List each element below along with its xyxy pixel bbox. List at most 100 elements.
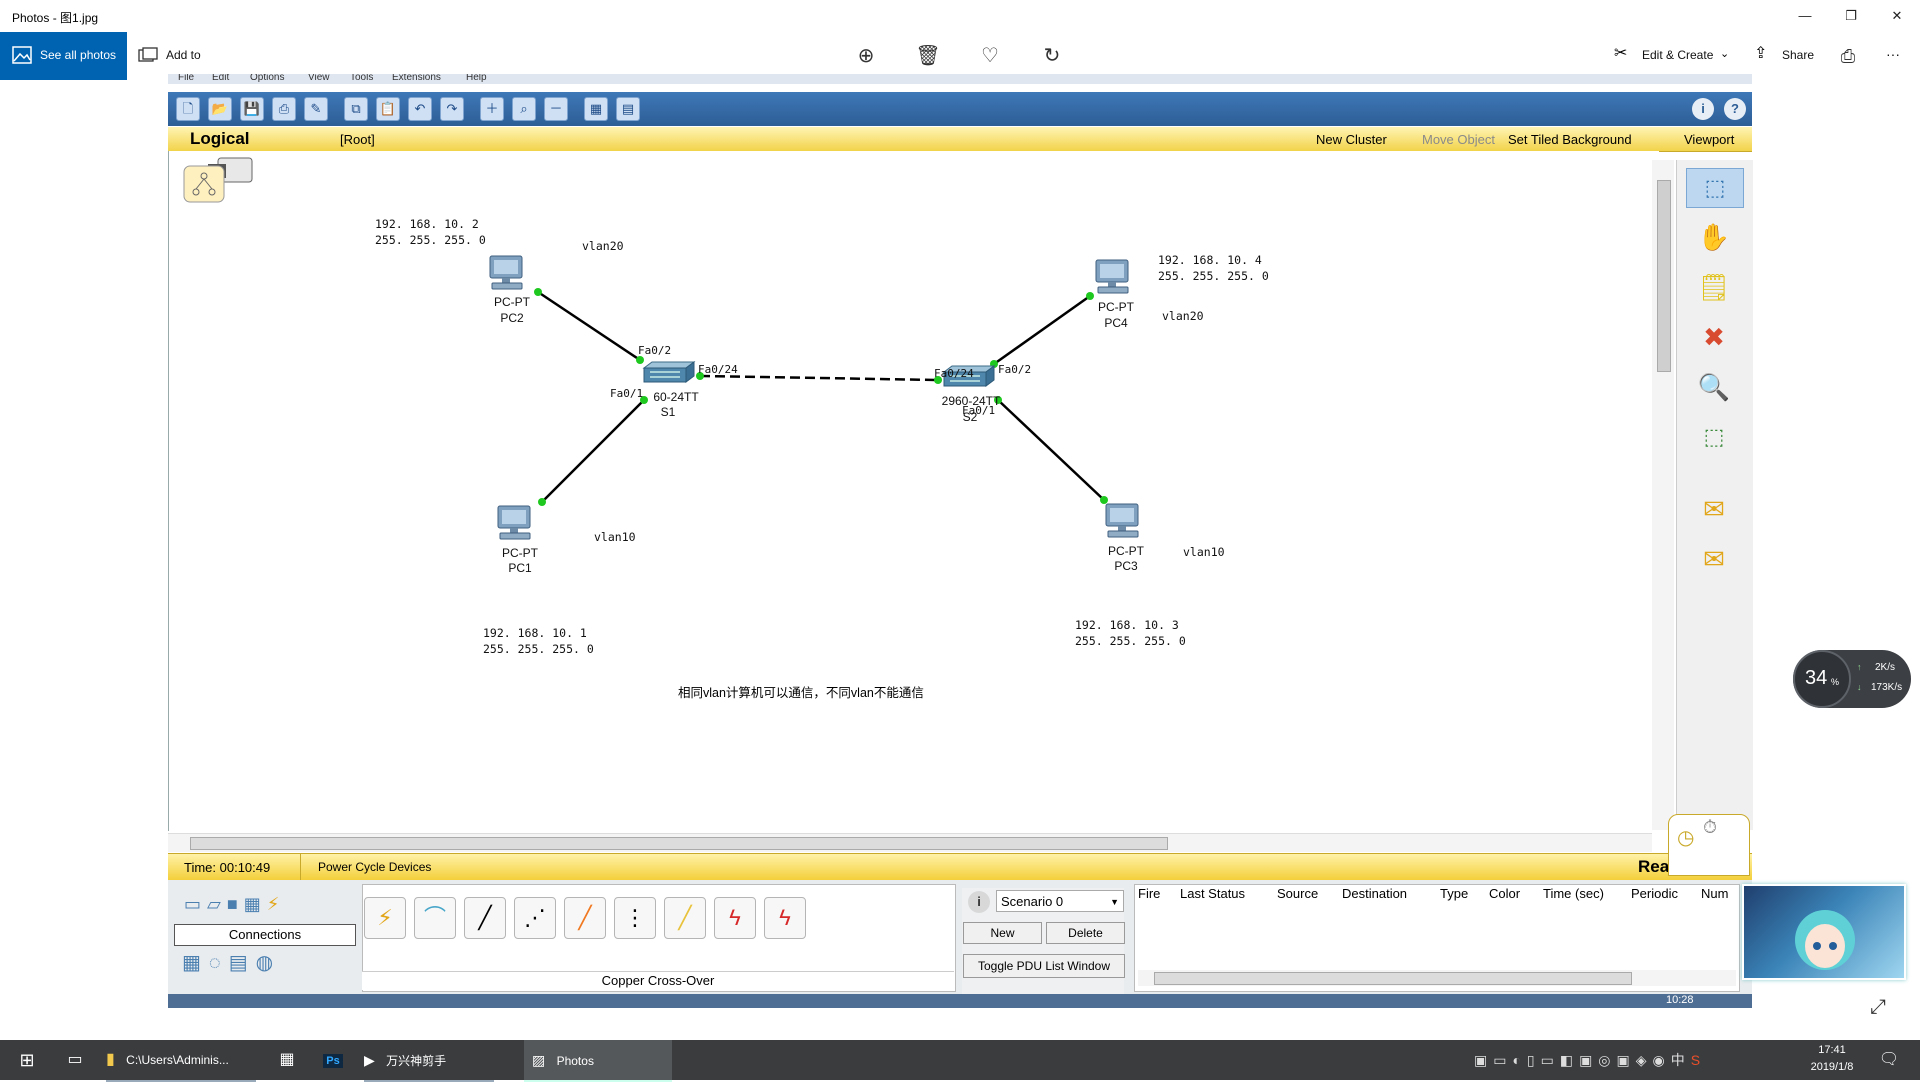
note-icon[interactable]: 🗒 [1686,268,1742,306]
auto-cable-icon[interactable]: ⚡ [364,897,406,939]
cable-type-label: Copper Cross-Over [362,971,954,990]
pc3-mask-label: 255. 255. 255. 0 [1075,634,1186,648]
s1-port-fa0-24: Fa0/24 [698,363,738,376]
taskbar-date: 2019/1/8 [1810,1061,1854,1073]
pc2-ip-label: 192. 168. 10. 2 [375,217,479,231]
device-subcategory-icons[interactable]: ▦◌▤◍ [182,950,281,975]
pc1-vlan-label: vlan10 [594,530,636,544]
pc3-vlan-label: vlan10 [1183,545,1225,559]
pc1-name-label: PC1 [508,561,532,575]
delete-scenario-button[interactable]: Delete [1046,922,1125,944]
pc1-mask-label: 255. 255. 255. 0 [483,642,594,656]
pdu-col-destination: Destination [1342,886,1408,901]
pdu-col-type: Type [1440,886,1469,901]
anime-avatar-overlay [1742,884,1906,980]
device-category-icons[interactable]: ▭▱■▦⚡ [184,894,285,915]
vertical-scroll-thumb[interactable] [1657,180,1671,372]
s2-model-label: 2960-24TT [941,394,1001,408]
pdu-col-periodic: Periodic [1631,886,1678,901]
switch-s1-icon[interactable] [636,360,696,390]
delete-x-icon[interactable]: ✖ [1686,318,1742,356]
pc1-computer-icon[interactable] [494,504,538,544]
link-pc4-s2 [993,294,1091,366]
scenario-select[interactable]: Scenario 0 ▼ [996,890,1124,912]
s2-port-fa0-24: Fa0/24 [934,367,974,380]
pc2-computer-icon[interactable] [486,254,530,294]
connections-label: Connections [174,924,356,946]
console-cable-icon[interactable]: ⌒ [414,897,456,939]
pc2-name-label: PC2 [500,311,524,325]
taskbar-video-item[interactable]: ▶ 万兴神剪手 [364,1040,494,1082]
speed-percent: 34 [1805,667,1828,689]
dropdown-arrow-icon: ▼ [1110,897,1119,907]
pc2-type-label: PC-PT [494,295,530,309]
pdu-scroll-thumb[interactable] [1154,972,1632,985]
pdu-col-num: Num [1701,886,1729,901]
speed-percent-unit: % [1831,677,1840,687]
s1-port-fa0-1: Fa0/1 [610,387,644,400]
photoshop-icon[interactable]: Ps [318,1040,348,1080]
taskbar-photos-item[interactable]: ▨ Photos [524,1040,672,1082]
photos-icon: ▨ [532,1052,546,1068]
notification-icon[interactable]: 🗨 [1874,1040,1904,1080]
pc4-ip-label: 192. 168. 10. 4 [1158,253,1262,267]
pdu-col-color: Color [1489,886,1521,901]
folder-icon: ▮ [106,1051,115,1068]
taskbar-time: 17:41 [1818,1044,1846,1056]
power-cycle-button[interactable]: Power Cycle Devices [318,860,431,874]
calculator-icon[interactable]: ▦ [272,1040,302,1080]
s2-port-fa0-2: Fa0/2 [998,363,1032,376]
link-light [538,498,546,506]
serial-dce-icon[interactable]: ϟ [714,897,756,939]
inspect-icon[interactable]: 🔍 [1686,368,1742,406]
video-editor-icon: ▶ [364,1052,375,1068]
s1-model-label: 60-24TT [653,390,699,404]
pc2-vlan-label: vlan20 [582,239,624,253]
hand-move-icon[interactable]: ✋ [1686,218,1742,256]
inner-clock: 10:28 [1666,994,1694,1006]
copper-straight-icon[interactable]: ╱ [464,897,506,939]
pdu-col-source: Source [1277,886,1319,901]
serial-dte-icon[interactable]: ϟ [764,897,806,939]
realtime-mode-tab[interactable]: ◷ ⏱ [1668,814,1750,876]
upload-arrow-icon: ↑ [1857,662,1862,672]
pc3-name-label: PC3 [1114,559,1138,573]
clock-icon: ◷ [1677,827,1695,849]
info-icon[interactable]: i [968,891,990,913]
windows-start-icon[interactable]: ⊞ [12,1040,42,1080]
add-complex-pdu-icon[interactable]: ✉ [1686,540,1742,578]
system-tray-icons[interactable]: ▣▭◐▯▭◧▣◎▣◈◉中S [1474,1040,1774,1080]
link-s1-s2 [699,374,939,382]
add-simple-pdu-icon[interactable]: ✉ [1686,490,1742,528]
simulation-status-bar: Time: 00:10:49 Power Cycle Devices Realt… [168,853,1752,880]
taskbar-explorer-item[interactable]: ▮ C:\Users\Adminis... [106,1040,256,1082]
note-text: 相同vlan计算机可以通信，不同vlan不能通信 [678,686,924,700]
phone-cable-icon[interactable]: ⋮ [614,897,656,939]
horizontal-scroll-thumb[interactable] [190,837,1168,850]
video-app-label: 万兴神剪手 [386,1054,447,1068]
pc3-computer-icon[interactable] [1102,502,1146,542]
download-speed: 173K/s [1871,682,1903,693]
network-speed-widget[interactable]: 34 % ↑ 2K/s ↓ 173K/s [1793,650,1911,708]
toggle-pdu-list-button[interactable]: Toggle PDU List Window [963,954,1125,978]
horizontal-scrollbar[interactable] [168,833,1652,852]
resize-shape-icon[interactable]: ⬚ [1686,418,1742,456]
time-label: Time: 00:10:49 [184,860,271,875]
pdu-horizontal-scrollbar[interactable] [1138,970,1736,986]
link-pc2-s1 [537,290,641,362]
copper-crossover-icon[interactable]: ⋰ [514,897,556,939]
vertical-scrollbar[interactable] [1652,160,1674,830]
select-icon[interactable]: ⬚ [1686,168,1744,208]
pdu-col-time: Time (sec) [1543,886,1604,901]
coaxial-icon[interactable]: ╱ [664,897,706,939]
link-pc1-s1 [541,399,645,503]
inner-taskbar: 10:28 [168,994,1752,1008]
pc4-computer-icon[interactable] [1092,258,1136,298]
expand-icon[interactable]: ⤢ [1870,996,1886,1019]
fiber-icon[interactable]: ╱ [564,897,606,939]
explorer-label: C:\Users\Adminis... [126,1053,229,1067]
s1-port-fa0-2: Fa0/2 [638,344,672,357]
new-scenario-button[interactable]: New [963,922,1042,944]
stopwatch-icon: ⏱ [1703,817,1718,837]
task-view-icon[interactable]: ▭ [60,1040,90,1080]
